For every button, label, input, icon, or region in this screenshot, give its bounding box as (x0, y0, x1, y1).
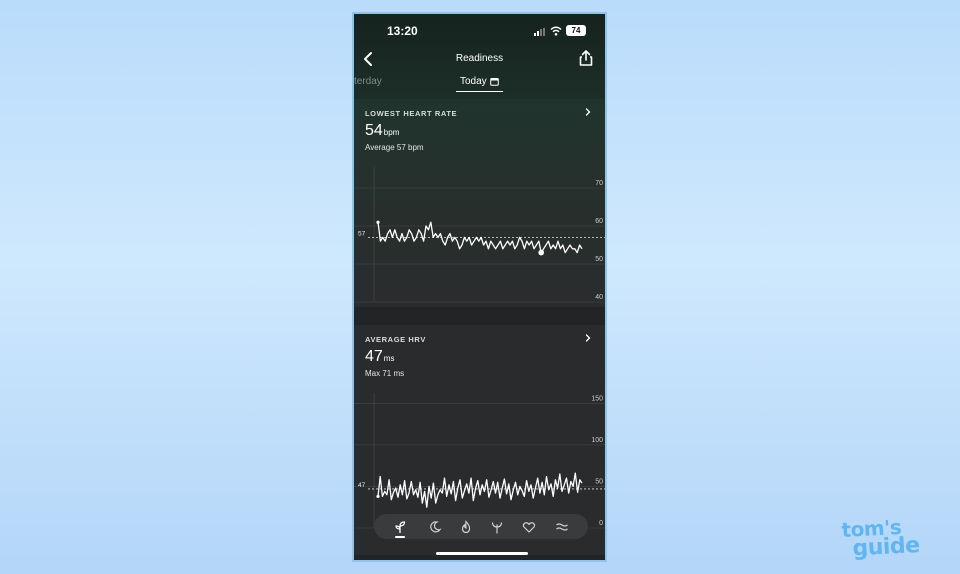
home-indicator[interactable] (436, 552, 528, 555)
metric-number: 54 (365, 122, 383, 139)
flame-icon[interactable] (459, 520, 473, 534)
series-start-point (376, 220, 380, 224)
y-tick-label: 0 (599, 520, 603, 527)
hrv-chart: 1501005004723:4707:24 (354, 393, 605, 529)
heart-rate-chart: 706050405723:4702040607:24 (354, 167, 605, 303)
average-label: 57 (358, 230, 366, 237)
card-title: AVERAGE HRV (365, 335, 426, 344)
share-icon[interactable] (577, 49, 595, 67)
page-title: Readiness (455, 53, 504, 64)
nav-bar: Readiness (354, 50, 605, 70)
branch-icon[interactable] (490, 520, 504, 534)
average-label: 47 (358, 482, 366, 489)
toms-guide-logo: tom's guide (840, 514, 921, 562)
tab-today[interactable]: Today (456, 76, 503, 92)
status-bar: 13:20 74 (354, 24, 605, 40)
signal-icon (534, 28, 545, 36)
lowest-point (538, 249, 544, 256)
phone-screen: 13:20 74 Readiness terday Today LOWEST H… (352, 12, 607, 562)
wifi-icon (550, 26, 562, 36)
status-time: 13:20 (387, 24, 418, 38)
wave-icon[interactable] (555, 520, 569, 534)
calendar-icon (489, 78, 499, 86)
metric-value: 54bpm (365, 122, 399, 140)
bottom-tab-dock (374, 514, 588, 539)
y-tick-label: 50 (595, 478, 603, 485)
sprout-icon[interactable] (393, 520, 407, 534)
chevron-right-icon[interactable] (583, 107, 593, 117)
metric-unit: ms (383, 354, 395, 363)
y-tick-label: 40 (595, 294, 603, 301)
metric-unit: bpm (383, 128, 400, 137)
tab-yesterday[interactable]: terday (354, 76, 382, 87)
series-start-point (376, 494, 380, 499)
series-line (377, 472, 583, 508)
y-tick-label: 60 (595, 218, 603, 225)
battery-indicator: 74 (566, 25, 586, 36)
metric-number: 47 (365, 348, 383, 365)
lowest-heart-rate-card[interactable]: LOWEST HEART RATE 54bpm Average 57 bpm 7… (354, 99, 605, 307)
metric-value: 47ms (365, 348, 394, 366)
active-tab-indicator (395, 536, 405, 538)
metric-subtitle: Average 57 bpm (365, 143, 424, 152)
tab-today-label: Today (460, 76, 487, 87)
y-tick-label: 150 (591, 395, 603, 402)
heart-icon[interactable] (522, 520, 536, 534)
y-tick-label: 70 (595, 180, 603, 187)
y-tick-label: 50 (595, 256, 603, 263)
chevron-right-icon[interactable] (583, 333, 593, 343)
card-title: LOWEST HEART RATE (365, 109, 458, 118)
moon-icon[interactable] (428, 520, 442, 534)
metric-subtitle: Max 71 ms (365, 369, 405, 378)
date-tabs: terday Today (354, 76, 605, 96)
y-tick-label: 100 (591, 437, 603, 444)
